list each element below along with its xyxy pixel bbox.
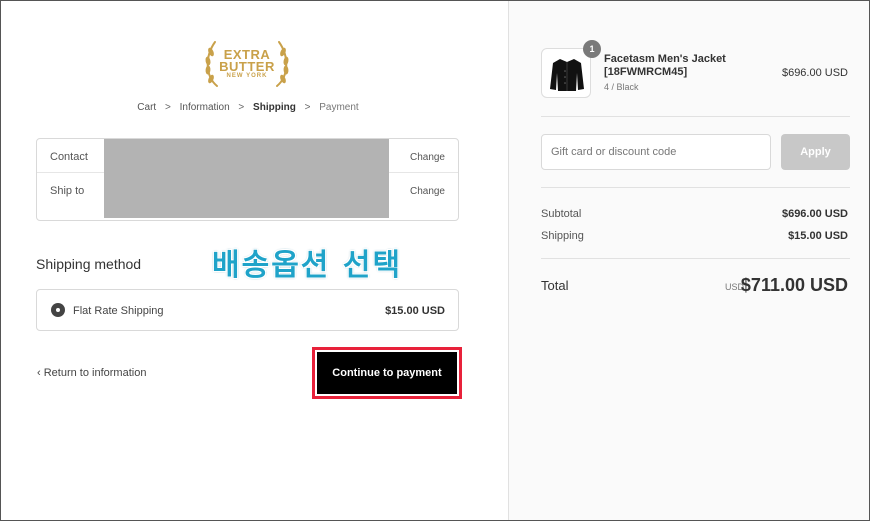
screenshot-border [0, 0, 870, 521]
